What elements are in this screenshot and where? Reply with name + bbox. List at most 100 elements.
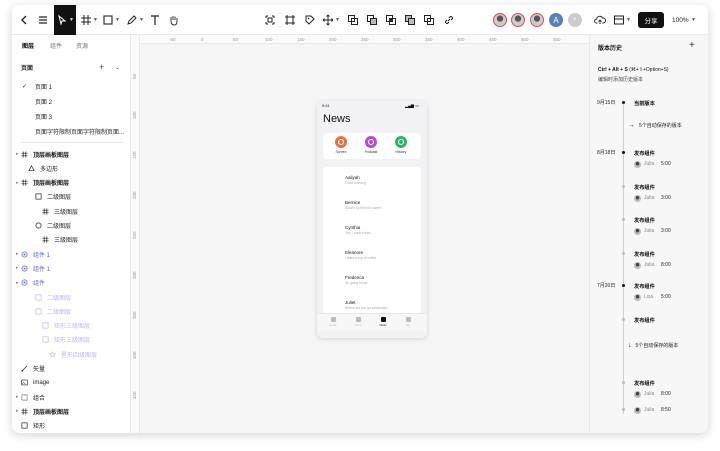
chevron-right-icon[interactable]: ▸ xyxy=(12,251,21,257)
tab-components[interactable]: 组件 xyxy=(50,41,62,50)
back-icon[interactable] xyxy=(18,5,30,35)
phone-tab[interactable]: Inbox xyxy=(348,317,368,327)
layer-item[interactable]: 二级图层 xyxy=(12,190,130,204)
version-event[interactable]: 发布组件 xyxy=(634,317,655,324)
layer-item[interactable]: 三级图层 xyxy=(12,233,130,247)
version-author: Julia 8:50 xyxy=(634,406,671,414)
collaborator-avatar-a[interactable]: A xyxy=(549,13,563,27)
subtract-icon[interactable] xyxy=(365,5,379,35)
version-event[interactable]: 发布组件 xyxy=(634,251,655,258)
intersect-icon[interactable] xyxy=(384,5,398,35)
component-create-icon[interactable] xyxy=(263,5,277,35)
phone-tab[interactable]: News xyxy=(373,317,393,327)
timeline-dot xyxy=(622,381,625,384)
contact-item[interactable]: Bernice What's up friend's name? xyxy=(345,200,415,210)
pen-tool-button[interactable]: ▼ xyxy=(126,5,144,35)
version-event[interactable]: 发布组件 xyxy=(634,150,655,157)
page-item[interactable]: ✓ 页面 1 xyxy=(22,79,130,93)
chevron-right-icon[interactable]: ▸ xyxy=(12,280,21,286)
more-collaborators-badge[interactable]: + xyxy=(568,13,582,27)
shortcut-keys-mac: (⌘+⇧+Option+S) xyxy=(629,67,669,73)
tab-assets[interactable]: 资源 xyxy=(76,41,88,50)
favorite-avatar[interactable] xyxy=(395,136,407,148)
collaborator-avatar[interactable] xyxy=(530,13,544,27)
zoom-dropdown[interactable]: 100% ▼ xyxy=(672,12,696,28)
flatten-icon[interactable] xyxy=(422,5,436,35)
version-event[interactable]: 发布组件 xyxy=(634,184,655,191)
add-page-icon[interactable]: + xyxy=(99,62,104,72)
layer-item[interactable]: 矩形 xyxy=(12,419,130,433)
chevron-right-icon[interactable]: ▸ xyxy=(12,394,21,400)
exclude-icon[interactable] xyxy=(403,5,417,35)
chevron-right-icon[interactable]: ▸ xyxy=(12,151,21,157)
chevron-right-icon[interactable]: ▸ xyxy=(12,265,21,271)
chevron-down-icon[interactable]: ⌄ xyxy=(115,64,120,71)
hand-tool-button[interactable] xyxy=(167,5,181,35)
ruler-tick-label: 200 xyxy=(329,37,337,42)
menu-icon[interactable] xyxy=(36,5,50,35)
phone-tab[interactable]: Me xyxy=(398,317,418,327)
link-icon[interactable] xyxy=(442,5,456,35)
detach-icon[interactable] xyxy=(283,5,297,35)
frame-icon xyxy=(21,150,28,158)
layout-toggle-button[interactable]: ▼ xyxy=(612,5,632,35)
ruler-tick-label: 50 xyxy=(233,37,239,42)
contact-item[interactable]: Cynthia Yes, I think it was xyxy=(345,225,415,235)
layer-item[interactable]: ▸ 顶层画板图层 xyxy=(12,147,130,161)
page-item[interactable]: 页面 2 xyxy=(22,94,130,108)
layer-item[interactable]: 二级图层 xyxy=(12,304,130,318)
layer-item[interactable]: ▸ 顶层画板图层 xyxy=(12,404,130,418)
layer-item[interactable]: ▸ 组件 1 xyxy=(12,261,130,275)
shape-tool-button[interactable]: ▼ xyxy=(102,5,120,35)
page-item[interactable]: 页面字符限制页面字符限制页面... xyxy=(22,124,130,138)
collaborator-avatar[interactable] xyxy=(511,13,525,27)
layer-item[interactable]: ▸ 组件 xyxy=(12,276,130,290)
tab-layers[interactable]: 图层 xyxy=(22,41,34,50)
layer-item[interactable]: 二级图层 xyxy=(12,290,130,304)
version-event[interactable]: 发布组件 xyxy=(634,283,655,290)
layer-item[interactable]: 矩形三级图层 xyxy=(12,333,130,347)
layer-item[interactable]: image xyxy=(12,376,130,390)
contact-item[interactable]: Juliet Where did you go yesterday? xyxy=(345,300,415,310)
auto-save-group[interactable]: → 5个自动保存的版本 xyxy=(628,122,682,129)
auto-save-group[interactable]: ↓ 5个自动保存的版本 xyxy=(628,342,678,349)
user-avatar xyxy=(634,194,641,202)
union-icon[interactable] xyxy=(346,5,360,35)
layer-item[interactable]: 二级图层 xyxy=(12,219,130,233)
contact-item[interactable]: Frederica I'm going home xyxy=(345,275,415,285)
move-tool-button[interactable]: ▼ xyxy=(54,5,76,35)
ruler-tick-label: 350 xyxy=(132,311,137,319)
canvas[interactable]: -50 0 50 100 150 200 250 300 350 400 450 500 550 50 1… xyxy=(131,35,589,433)
page-item[interactable]: 页面 3 xyxy=(22,109,130,123)
contact-item[interactable]: Aaliyah Good morning xyxy=(345,175,415,185)
chevron-right-icon[interactable]: ▸ xyxy=(12,180,21,186)
share-button[interactable]: 分享 xyxy=(638,12,664,28)
favorite-avatar[interactable] xyxy=(365,136,377,148)
layer-item[interactable]: 星形四级图层 xyxy=(12,347,130,361)
layer-item[interactable]: ▸ 组件 1 xyxy=(12,247,130,261)
add-version-icon[interactable]: + xyxy=(689,40,695,51)
page-label: 页面 3 xyxy=(35,114,53,121)
layer-item[interactable]: 三级图层 xyxy=(12,204,130,218)
text-tool-button[interactable] xyxy=(148,5,162,35)
collaborator-avatar[interactable] xyxy=(493,13,507,27)
version-event[interactable]: 发布组件 xyxy=(634,380,655,387)
contact-name: Eleanore xyxy=(345,250,364,255)
frame-tool-button[interactable]: ▼ xyxy=(80,5,98,35)
contact-item[interactable]: Eleanore I want a cup of coffee xyxy=(345,250,415,260)
layer-item[interactable]: ▸ 顶层画板图层 xyxy=(12,176,130,190)
layer-item[interactable]: ▸ 组合 xyxy=(12,390,130,404)
chevron-right-icon[interactable]: ▸ xyxy=(12,408,21,414)
phone-tab[interactable]: Home xyxy=(323,317,343,327)
favorite-avatar[interactable] xyxy=(335,136,347,148)
version-event[interactable]: 发布组件 xyxy=(634,217,655,224)
phone-frame[interactable]: 9:41 ▂▄▆ ▭ News Screen Podcast History Aal… xyxy=(317,101,427,338)
align-tool-button[interactable]: ▼ xyxy=(320,5,342,35)
layer-item[interactable]: 多边形 xyxy=(12,161,130,175)
layer-item[interactable]: 矢量 xyxy=(12,362,130,376)
layer-label: 三级图层 xyxy=(54,209,79,216)
upload-icon[interactable] xyxy=(593,5,607,35)
version-event[interactable]: 当前版本 xyxy=(634,100,655,107)
tag-icon[interactable] xyxy=(303,5,317,35)
layer-item[interactable]: 矩形三级图层 xyxy=(12,319,130,333)
